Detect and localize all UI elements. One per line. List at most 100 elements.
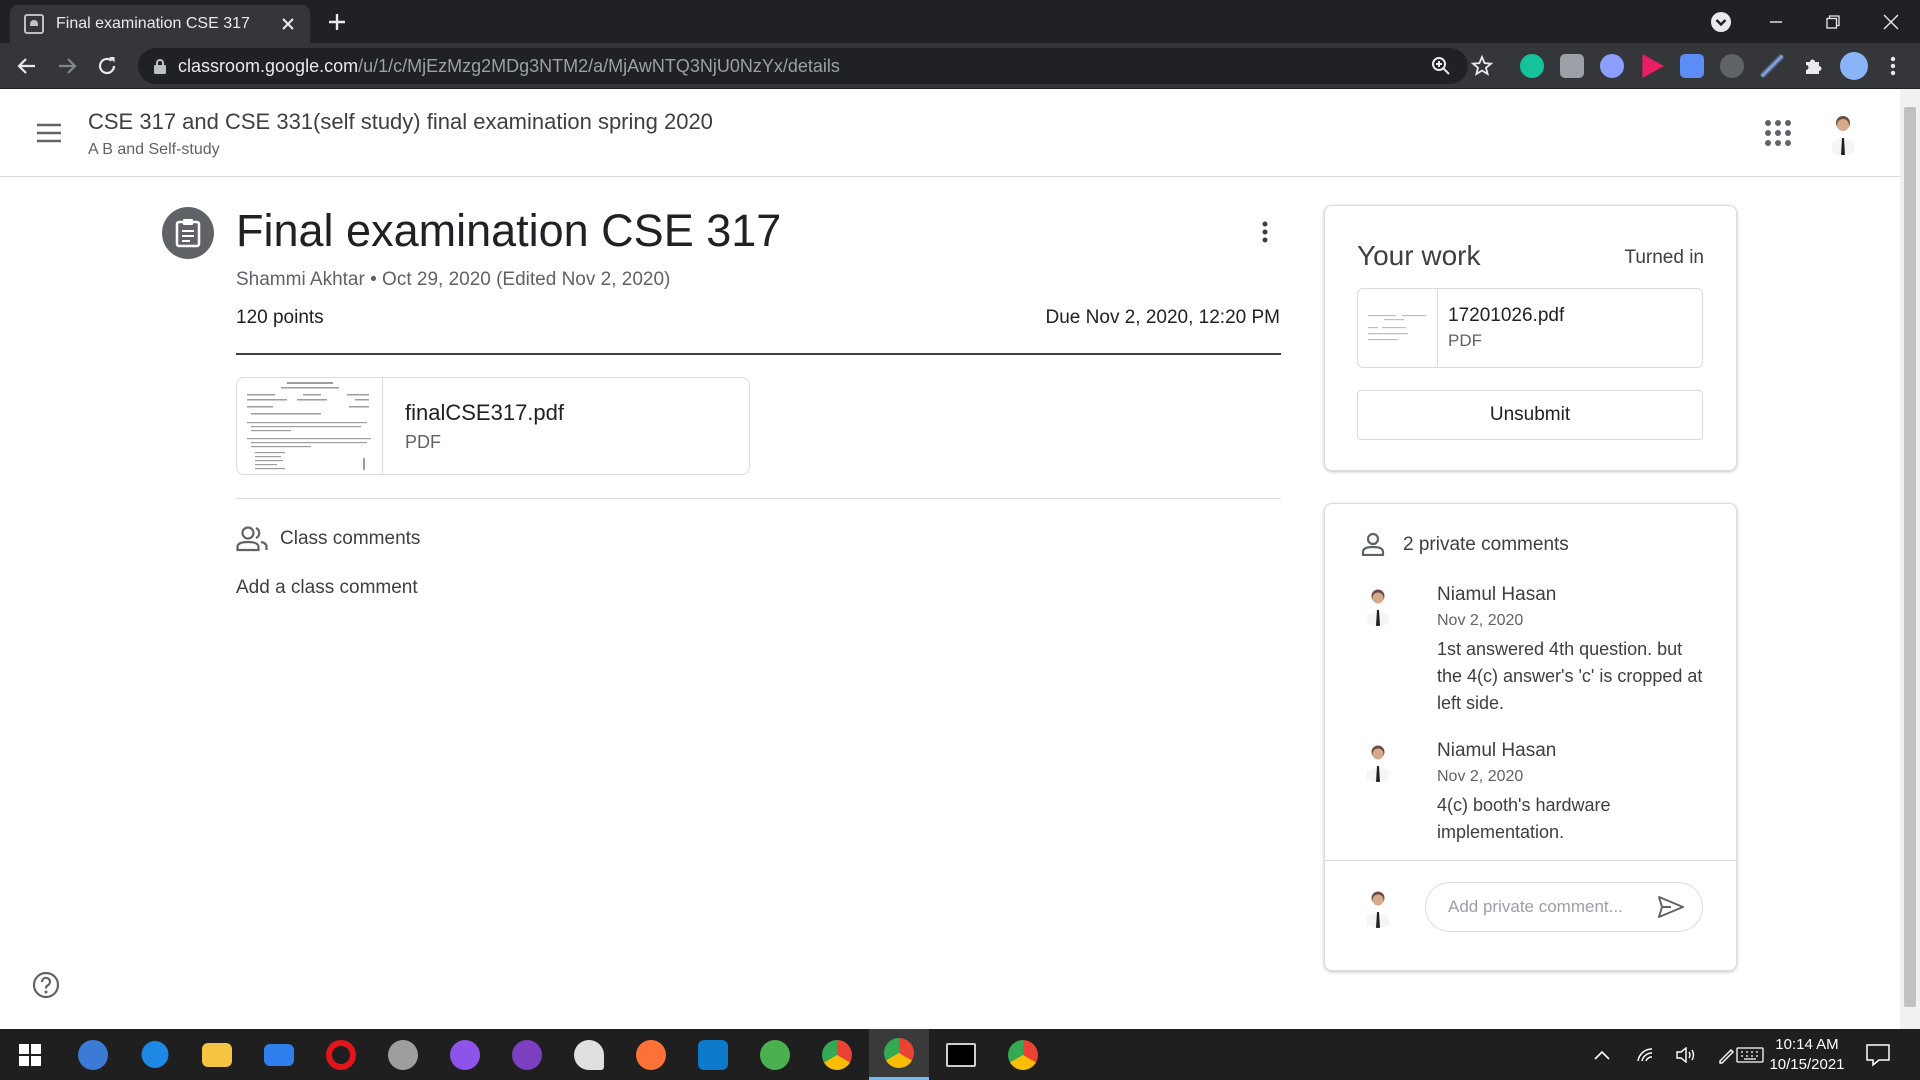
current-user-avatar xyxy=(1357,886,1399,928)
your-work-title: Your work xyxy=(1357,240,1481,271)
comment-input-divider xyxy=(1325,860,1736,861)
assignment-title: Final examination CSE 317 xyxy=(236,205,782,256)
download-extension-icon[interactable] xyxy=(1680,54,1704,78)
new-tab-plus-icon[interactable] xyxy=(325,10,349,34)
address-bar[interactable]: classroom.google.com/u/1/c/MjEzMzg2MDg3N… xyxy=(138,48,1468,84)
chrome-secondary-taskbar-icon[interactable] xyxy=(993,1029,1053,1080)
submitted-filetype: PDF xyxy=(1448,331,1482,350)
clock-time: 10:14 AM xyxy=(1775,1036,1839,1053)
firefox-taskbar-icon[interactable] xyxy=(621,1029,681,1080)
commenter-avatar xyxy=(1357,740,1399,782)
screen-capture-extension-icon[interactable] xyxy=(1720,54,1744,78)
attachment-card[interactable]: finalCSE317.pdf PDF xyxy=(236,377,750,475)
tab-search-icon[interactable] xyxy=(1710,11,1732,33)
person-icon xyxy=(1361,532,1385,556)
submitted-file-card[interactable]: 17201026.pdf PDF xyxy=(1357,288,1703,368)
chrome-profile-taskbar-icon[interactable] xyxy=(807,1029,867,1080)
messenger-taskbar-icon[interactable] xyxy=(435,1029,495,1080)
hamburger-menu-icon[interactable] xyxy=(36,120,62,146)
assignment-icon xyxy=(162,207,214,259)
page-scrollbar[interactable] xyxy=(1900,89,1920,1029)
submitted-filename: 17201026.pdf xyxy=(1448,305,1565,326)
attachment-filename: finalCSE317.pdf xyxy=(405,400,564,425)
taskbar-clock[interactable]: 10:14 AM 10/15/2021 xyxy=(1762,1035,1852,1075)
vscode-taskbar-icon[interactable] xyxy=(683,1029,743,1080)
more-options-icon[interactable] xyxy=(1253,220,1277,244)
submitted-file-thumbnail xyxy=(1358,289,1438,367)
globe-app-taskbar-icon[interactable] xyxy=(745,1029,805,1080)
show-hidden-icons-chevron-icon[interactable] xyxy=(1584,1029,1620,1080)
course-title[interactable]: CSE 317 and CSE 331(self study) final ex… xyxy=(88,109,713,135)
course-section: A B and Self-study xyxy=(88,141,220,158)
pen-extension-icon[interactable] xyxy=(1760,54,1784,78)
extensions-puzzle-icon[interactable] xyxy=(1800,53,1826,79)
comment-author: Niamul Hasan xyxy=(1437,740,1557,761)
bookmark-star-icon[interactable] xyxy=(1469,53,1495,79)
grammarly-extension-icon[interactable] xyxy=(1520,54,1544,78)
private-comments-label: 2 private comments xyxy=(1403,534,1569,555)
people-icon xyxy=(236,525,268,553)
comment-author: Niamul Hasan xyxy=(1437,584,1557,605)
assignment-meta: Shammi Akhtar • Oct 29, 2020 (Edited Nov… xyxy=(236,269,671,290)
classroom-page: CSE 317 and CSE 331(self study) final ex… xyxy=(0,89,1920,1029)
send-icon[interactable] xyxy=(1657,895,1685,919)
comment-text: 1st answered 4th question. but the 4(c) … xyxy=(1437,639,1703,713)
class-comments-label: Class comments xyxy=(280,528,421,549)
commenter-avatar xyxy=(1357,584,1399,626)
attachments-divider xyxy=(236,498,1281,499)
your-work-card: Your work Turned in 17201026.pdf PDF Uns… xyxy=(1324,205,1737,471)
url-path: /u/1/c/MjEzMzg2MDg3NTM2/a/MjAwNTQ3NjU0Nz… xyxy=(358,55,840,76)
terminal-taskbar-icon[interactable] xyxy=(931,1029,991,1080)
url-host: classroom.google.com xyxy=(178,55,359,76)
mail-taskbar-icon[interactable] xyxy=(249,1029,309,1080)
comment-text: 4(c) booth's hardware implementation. xyxy=(1437,795,1611,842)
camera-extension-icon[interactable] xyxy=(1560,54,1584,78)
reload-icon[interactable] xyxy=(94,53,120,79)
attachment-filetype: PDF xyxy=(405,432,441,452)
ad-block-extension-icon[interactable] xyxy=(1600,54,1624,78)
play-extension-icon[interactable] xyxy=(1642,54,1664,78)
zoom-icon[interactable] xyxy=(1428,53,1454,79)
browser-tab[interactable]: Final examination CSE 317 xyxy=(10,5,310,43)
close-window-icon[interactable] xyxy=(1868,8,1914,36)
back-arrow-icon[interactable] xyxy=(14,53,40,79)
volume-icon[interactable] xyxy=(1668,1029,1704,1080)
google-apps-grid-icon[interactable] xyxy=(1764,119,1792,147)
chrome-active-taskbar-icon[interactable] xyxy=(869,1029,929,1080)
header-divider xyxy=(236,353,1281,355)
file-explorer-taskbar-icon[interactable] xyxy=(187,1029,247,1080)
forward-arrow-icon[interactable] xyxy=(54,53,80,79)
close-tab-icon[interactable] xyxy=(278,14,298,34)
pdf-thumbnail xyxy=(237,378,383,474)
user-avatar[interactable] xyxy=(1820,109,1866,155)
paint-taskbar-icon[interactable] xyxy=(559,1029,619,1080)
private-comments-card: 2 private comments Niamul Hasan Nov 2, 2… xyxy=(1324,503,1737,971)
classroom-favicon-icon xyxy=(24,14,44,34)
notification-center-icon[interactable] xyxy=(1865,1042,1891,1068)
opera-taskbar-icon[interactable] xyxy=(311,1029,371,1080)
clock-date: 10/15/2021 xyxy=(1769,1056,1845,1073)
comment-date: Nov 2, 2020 xyxy=(1437,612,1524,629)
tab-title: Final examination CSE 317 xyxy=(56,15,250,32)
browser-menu-icon[interactable] xyxy=(1880,53,1906,79)
github-taskbar-icon[interactable] xyxy=(497,1029,557,1080)
wifi-icon[interactable] xyxy=(1628,1029,1664,1080)
help-icon[interactable] xyxy=(32,971,60,999)
restore-window-icon[interactable] xyxy=(1810,8,1856,36)
add-class-comment-link[interactable]: Add a class comment xyxy=(236,577,418,599)
edge-taskbar-icon[interactable] xyxy=(125,1029,185,1080)
satellite-app-taskbar-icon[interactable] xyxy=(373,1029,433,1080)
windows-start-icon[interactable] xyxy=(0,1029,60,1080)
submission-status: Turned in xyxy=(1624,247,1704,268)
windows-taskbar: 10:14 AM 10/15/2021 xyxy=(0,1029,1920,1080)
browser-tab-strip: Final examination CSE 317 xyxy=(0,0,1920,43)
browser-toolbar: classroom.google.com/u/1/c/MjEzMzg2MDg3N… xyxy=(0,43,1920,89)
qbittorrent-taskbar-icon[interactable] xyxy=(63,1029,123,1080)
unsubmit-button[interactable]: Unsubmit xyxy=(1357,390,1703,440)
assignment-due-date: Due Nov 2, 2020, 12:20 PM xyxy=(1045,307,1280,328)
comment-date: Nov 2, 2020 xyxy=(1437,768,1524,785)
assignment-points: 120 points xyxy=(236,307,324,328)
minimize-window-icon[interactable] xyxy=(1753,8,1799,36)
lock-icon[interactable] xyxy=(154,58,166,74)
browser-profile-avatar[interactable] xyxy=(1840,52,1868,80)
